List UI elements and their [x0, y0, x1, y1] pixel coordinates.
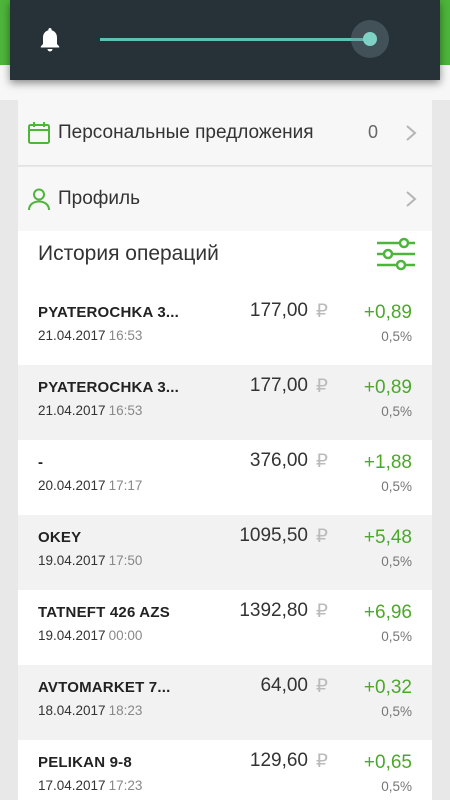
transaction-bonus: +0,65	[363, 752, 412, 773]
operations-history: История операций PYATEROCHKA 3... 21.04.…	[18, 231, 432, 800]
filter-sliders-icon[interactable]	[376, 237, 416, 271]
transaction-date: 17.04.2017	[38, 778, 106, 793]
transaction-time: 00:00	[108, 628, 143, 643]
currency-sign: ₽	[315, 601, 328, 622]
currency-sign: ₽	[315, 376, 328, 397]
transaction-bonus-percent: 0,5%	[381, 479, 412, 494]
volume-slider-track[interactable]	[100, 38, 370, 41]
transaction-merchant: TATNEFT 426 AZS	[38, 604, 170, 621]
chevron-right-icon	[406, 124, 417, 141]
currency-sign: ₽	[315, 301, 328, 322]
transaction-merchant: OKEY	[38, 529, 82, 546]
currency-sign: ₽	[315, 526, 328, 547]
chevron-right-icon	[406, 191, 417, 207]
transaction-datetime: 19.04.2017 17:50	[38, 553, 142, 568]
volume-slider-thumb[interactable]	[363, 32, 377, 46]
transaction-merchant: PYATEROCHKA 3...	[38, 379, 180, 396]
transaction-datetime: 18.04.2017 18:23	[38, 703, 142, 718]
transaction-row[interactable]: OKEY 19.04.2017 17:50 1095,50 ₽ +5,48 0,5…	[18, 515, 432, 590]
transaction-datetime: 21.04.2017 16:53	[38, 328, 142, 343]
transaction-merchant: PYATEROCHKA 3...	[38, 304, 180, 321]
menu-item-personal-offers[interactable]: Персональные предложения 0	[18, 100, 432, 166]
transaction-time: 18:23	[108, 703, 143, 718]
calendar-icon	[28, 121, 50, 144]
transaction-amount: 1095,50	[239, 525, 308, 546]
transaction-date: 19.04.2017	[38, 553, 106, 568]
transaction-date: 21.04.2017	[38, 403, 106, 418]
transaction-bonus-percent: 0,5%	[381, 554, 412, 569]
transaction-time: 16:53	[108, 403, 143, 418]
transaction-date: 20.04.2017	[38, 478, 106, 493]
transaction-row[interactable]: AVTOMARKET 7... 18.04.2017 18:23 64,00 ₽ …	[18, 665, 432, 740]
transaction-date: 18.04.2017	[38, 703, 106, 718]
transaction-amount: 64,00	[260, 675, 308, 696]
transaction-datetime: 20.04.2017 17:17	[38, 478, 142, 493]
person-icon	[28, 188, 50, 211]
currency-sign: ₽	[315, 676, 328, 697]
volume-panel	[10, 0, 440, 80]
transaction-time: 17:17	[108, 478, 143, 493]
transaction-bonus: +0,89	[363, 377, 412, 398]
transaction-amount: 177,00	[249, 300, 308, 321]
transaction-datetime: 17.04.2017 17:23	[38, 778, 142, 793]
bell-icon[interactable]	[38, 26, 62, 54]
profile-label: Профиль	[58, 188, 141, 209]
transaction-datetime: 21.04.2017 16:53	[38, 403, 142, 418]
transaction-amount: 376,00	[249, 450, 308, 471]
transaction-row[interactable]: PYATEROCHKA 3... 21.04.2017 16:53 177,00 …	[18, 290, 432, 365]
transaction-amount: 177,00	[249, 375, 308, 396]
transaction-time: 17:23	[108, 778, 143, 793]
transaction-bonus: +6,96	[363, 602, 412, 623]
transaction-bonus-percent: 0,5%	[381, 329, 412, 344]
transaction-row[interactable]: TATNEFT 426 AZS 19.04.2017 00:00 1392,80 …	[18, 590, 432, 665]
transaction-datetime: 19.04.2017 00:00	[38, 628, 142, 643]
transaction-bonus: +0,32	[363, 677, 412, 698]
transaction-bonus: +1,88	[363, 452, 412, 473]
transaction-merchant: AVTOMARKET 7...	[38, 679, 171, 696]
transaction-merchant: -	[38, 454, 44, 471]
transaction-merchant: PELIKAN 9-8	[38, 754, 132, 771]
transaction-bonus: +0,89	[363, 302, 412, 323]
transaction-bonus-percent: 0,5%	[381, 704, 412, 719]
currency-sign: ₽	[315, 451, 328, 472]
transaction-row[interactable]: - 20.04.2017 17:17 376,00 ₽ +1,88 0,5%	[18, 440, 432, 515]
transaction-bonus-percent: 0,5%	[381, 404, 412, 419]
currency-sign: ₽	[315, 751, 328, 772]
transaction-amount: 1392,80	[239, 600, 308, 621]
transaction-amount: 129,60	[249, 750, 308, 771]
transaction-time: 17:50	[108, 553, 143, 568]
transaction-bonus-percent: 0,5%	[381, 629, 412, 644]
transaction-row[interactable]: PYATEROCHKA 3... 21.04.2017 16:53 177,00 …	[18, 365, 432, 440]
history-title: История операций	[38, 242, 219, 265]
personal-offers-count: 0	[367, 122, 378, 142]
transaction-date: 21.04.2017	[38, 328, 106, 343]
transaction-bonus: +5,48	[363, 527, 412, 548]
transaction-date: 19.04.2017	[38, 628, 106, 643]
menu-item-profile[interactable]: Профиль	[18, 167, 432, 231]
transaction-time: 16:53	[108, 328, 143, 343]
transaction-row[interactable]: PELIKAN 9-8 17.04.2017 17:23 129,60 ₽ +0,…	[18, 740, 432, 800]
personal-offers-label: Персональные предложения	[58, 121, 314, 143]
transaction-bonus-percent: 0,5%	[381, 779, 412, 794]
